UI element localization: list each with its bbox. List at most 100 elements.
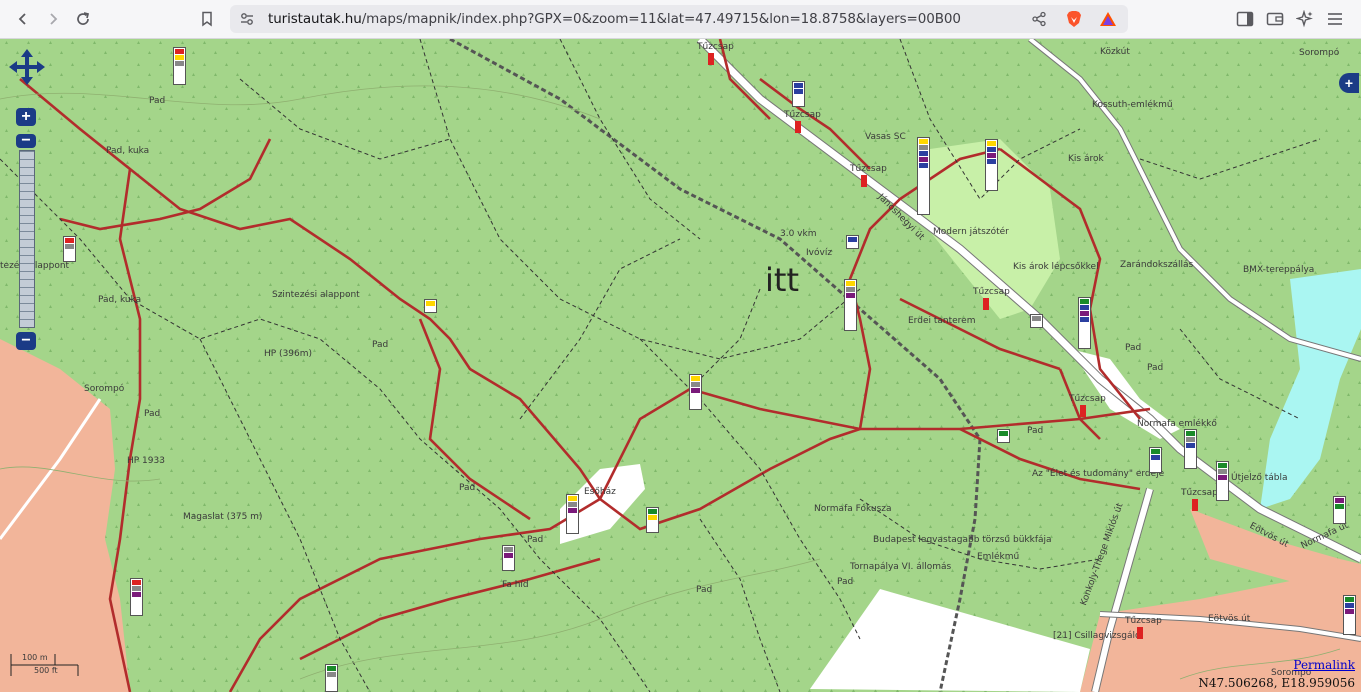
map-label: Esőház <box>584 487 616 497</box>
map-label: Pad <box>459 483 476 493</box>
map-label: 3.0 vkm <box>780 229 817 239</box>
trail-sign <box>173 47 186 85</box>
map-label: Pad <box>149 96 166 106</box>
trail-sign <box>424 299 437 313</box>
map-label: Vasas SC <box>865 132 906 142</box>
map-label: Pad <box>1125 343 1142 353</box>
trail-sign <box>1216 461 1229 501</box>
hydrant-icon <box>1192 499 1198 511</box>
map-label: HP 1933 <box>127 456 165 466</box>
leo-ai-icon[interactable] <box>1293 7 1317 31</box>
site-settings-icon[interactable] <box>238 10 256 28</box>
trail-sign <box>997 429 1010 443</box>
map-label: Kis árok <box>1068 154 1104 164</box>
sidebar-icon[interactable] <box>1233 7 1257 31</box>
map-label: Pad <box>527 535 544 545</box>
map-label: Budapest legvastagabb törzsű bükkfája <box>873 535 1052 545</box>
trail-sign <box>689 374 702 410</box>
layer-switcher-button[interactable]: + <box>1339 73 1359 93</box>
map-label: Tűzcsap <box>1181 488 1218 498</box>
map-label: Tűzcsap <box>784 110 821 120</box>
share-icon[interactable] <box>1030 10 1048 28</box>
url-text: turistautak.hu/maps/mapnik/index.php?GPX… <box>268 11 961 27</box>
scale-imperial-label: 500 ft <box>34 666 58 675</box>
map-label: HP (396m) <box>264 349 313 359</box>
permalink-link[interactable]: Permalink <box>1293 658 1355 672</box>
trail-sign <box>502 545 515 571</box>
hydrant-icon <box>1080 405 1086 417</box>
map-label: Normafa emlékkő <box>1137 419 1217 429</box>
map-label: Tűzcsap <box>973 287 1010 297</box>
trail-sign <box>325 664 338 692</box>
map-label: [21] Csillagvizsgáló <box>1053 631 1141 641</box>
url-bar[interactable]: turistautak.hu/maps/mapnik/index.php?GPX… <box>230 5 1128 33</box>
map-marker-label: itt <box>765 261 799 299</box>
map-label: Pad <box>837 577 854 587</box>
map-label: Pad, kuka <box>106 146 150 156</box>
trail-sign <box>846 235 859 249</box>
map-label: Pad <box>1027 426 1044 436</box>
map-label: Sorompó <box>1299 48 1340 58</box>
map-label: Tűzcsap <box>1069 394 1106 404</box>
trail-sign <box>1343 595 1356 635</box>
trail-sign <box>130 578 143 616</box>
map-label: Útjelző tábla <box>1231 473 1288 483</box>
trail-sign <box>1184 429 1197 469</box>
trail-sign <box>1078 297 1091 349</box>
trail-sign <box>792 81 805 107</box>
forward-icon[interactable] <box>41 7 65 31</box>
menu-icon[interactable] <box>1323 7 1347 31</box>
scale-bar: 100 m 500 ft <box>10 652 82 678</box>
hydrant-icon <box>1137 627 1143 639</box>
trail-sign <box>985 139 998 191</box>
pan-control[interactable] <box>9 49 45 85</box>
map-label: Sorompó <box>84 384 125 394</box>
zoom-out-button[interactable]: − <box>16 332 36 350</box>
scale-metric-label: 100 m <box>22 653 48 662</box>
map-label: Tűzcsap <box>1125 616 1162 626</box>
zoom-in-button[interactable]: + <box>16 108 36 126</box>
map-label: Ivóvíz <box>806 248 833 258</box>
map-label: Közkút <box>1100 47 1130 57</box>
hydrant-icon <box>795 121 801 133</box>
map-label: Normafa Fókusza <box>814 504 892 514</box>
trail-sign <box>1030 314 1043 328</box>
bookmark-icon[interactable] <box>195 7 219 31</box>
map-label: Tűzcsap <box>697 42 734 52</box>
map-label: Tűzcsap <box>850 164 887 174</box>
map-label: Eötvös út <box>1208 614 1251 624</box>
zoom-level-marker[interactable]: − <box>16 132 36 149</box>
reload-icon[interactable] <box>71 7 95 31</box>
trail-sign <box>917 137 930 215</box>
map-viewport[interactable]: itt Tűzcsap Tűzcsap Tűzcsap Tűzcsap Tűzc… <box>0 39 1361 692</box>
map-label: Erdei tanterem <box>908 316 976 326</box>
map-label: Zarándokszállás <box>1120 260 1194 270</box>
map-label: Pad <box>144 409 161 419</box>
trail-sign <box>646 507 659 533</box>
browser-toolbar: turistautak.hu/maps/mapnik/index.php?GPX… <box>0 0 1361 39</box>
map-label: Emlékmű <box>977 552 1020 562</box>
map-label: Szintezési alappont <box>272 290 360 300</box>
hydrant-icon <box>708 53 714 65</box>
trail-sign <box>63 236 76 262</box>
map-label: Az "Élet és tudomány" erdeje <box>1032 469 1165 479</box>
map-label: Tornapálya VI. állomás <box>850 562 952 572</box>
map-label: BMX-tereppálya <box>1243 265 1315 275</box>
mouse-coordinates: N47.506268, E18.959056 <box>1198 676 1355 690</box>
brave-rewards-icon[interactable] <box>1099 10 1117 28</box>
hydrant-icon <box>861 175 867 187</box>
hydrant-icon <box>983 298 989 310</box>
map-label: Kis árok lépcsőkkel <box>1013 262 1099 272</box>
trail-sign <box>1149 447 1162 473</box>
trail-sign <box>1333 496 1346 524</box>
map-label: Modern játszótér <box>933 227 1009 237</box>
map-label: Kossuth-emlékmű <box>1092 100 1173 110</box>
back-icon[interactable] <box>11 7 35 31</box>
zoom-control[interactable]: + − − <box>16 108 36 350</box>
trail-sign <box>844 279 857 331</box>
wallet-icon[interactable] <box>1263 7 1287 31</box>
zoom-slider[interactable] <box>19 150 35 328</box>
brave-shields-icon[interactable] <box>1065 10 1083 28</box>
trail-sign <box>566 494 579 534</box>
map-label: Pad <box>1147 363 1164 373</box>
